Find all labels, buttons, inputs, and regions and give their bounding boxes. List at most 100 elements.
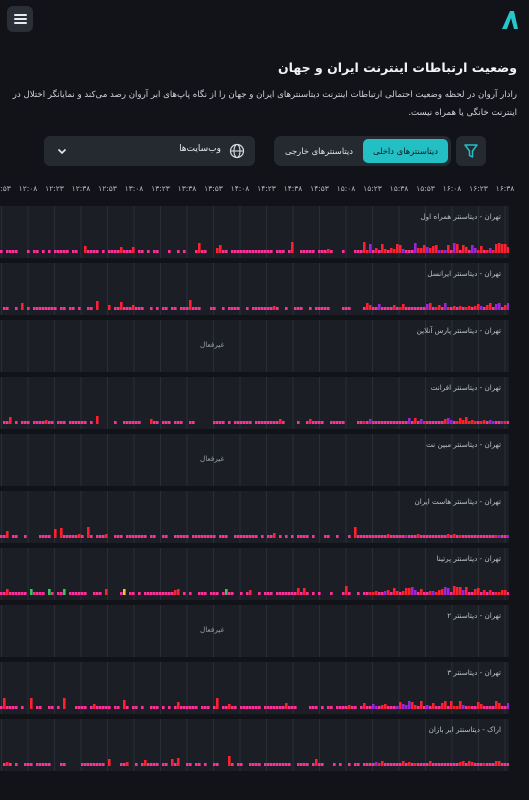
status-bar: [90, 250, 93, 253]
status-bar: [318, 250, 321, 253]
service-select[interactable]: وب‌سایت‌ها: [44, 136, 255, 166]
status-bar: [174, 421, 177, 424]
status-bar: [168, 592, 171, 595]
datacenter-chart[interactable]: تهران - دیتاسنتر افرانت: [0, 377, 509, 429]
status-bar: [378, 304, 381, 310]
status-bar: [132, 247, 135, 253]
status-bar: [354, 763, 357, 766]
status-bar: [72, 535, 75, 538]
status-bar: [315, 307, 318, 310]
status-bar: [390, 763, 393, 766]
status-bar: [483, 590, 486, 595]
status-bar: [261, 535, 264, 538]
datacenter-chart[interactable]: تهران - دیتاسنتر مبین نت غیرفعال: [0, 434, 509, 486]
status-bar: [249, 763, 252, 766]
status-strip: [1, 605, 506, 657]
status-bar: [489, 420, 492, 424]
status-bar: [57, 706, 60, 709]
status-bar: [240, 592, 243, 595]
status-bar: [63, 250, 66, 253]
status-bar: [453, 534, 456, 538]
status-bar: [27, 307, 30, 310]
status-bar: [366, 592, 369, 595]
status-bar: [81, 763, 84, 766]
status-bar: [432, 703, 435, 709]
status-bar: [36, 763, 39, 766]
datacenter-chart[interactable]: تهران - دیتاسنتر پارس آنلاین غیرفعال: [0, 320, 509, 372]
status-bar: [327, 706, 330, 709]
status-bar: [408, 535, 411, 538]
status-bar: [210, 307, 213, 310]
status-bar: [114, 307, 117, 310]
status-bar: [237, 535, 240, 538]
status-bar: [237, 421, 240, 424]
status-bar: [375, 421, 378, 424]
status-bar: [222, 250, 225, 253]
status-bar: [162, 535, 165, 538]
status-bar: [180, 307, 183, 310]
status-bar: [63, 421, 66, 424]
status-bar: [414, 418, 417, 424]
status-bar: [459, 306, 462, 310]
status-bar: [189, 763, 192, 766]
status-bar: [165, 763, 168, 766]
status-bar: [138, 307, 141, 310]
status-bar: [357, 592, 360, 595]
filter-button[interactable]: [456, 136, 486, 166]
status-bar: [234, 250, 237, 253]
status-bar: [507, 535, 509, 538]
status-bar: [189, 706, 192, 709]
status-bar: [471, 307, 474, 310]
status-bar: [228, 421, 231, 424]
status-bar: [252, 250, 255, 253]
status-bar: [48, 421, 51, 424]
arvan-logo-icon[interactable]: [499, 8, 521, 32]
status-bar: [417, 534, 420, 538]
status-bar: [276, 592, 279, 595]
time-tick: ۱۵:۲۳: [363, 184, 382, 193]
status-bar: [24, 421, 27, 424]
status-bar: [357, 535, 360, 538]
status-bar: [63, 589, 66, 595]
status-bar: [372, 763, 375, 766]
status-bar: [132, 421, 135, 424]
chevron-down-icon: [57, 148, 67, 155]
tab-domestic[interactable]: دیتاسنترهای داخلی: [363, 139, 448, 163]
status-bar: [420, 248, 423, 253]
status-bar: [276, 706, 279, 709]
time-tick: ۱۲:۰۸: [18, 184, 38, 193]
status-bar: [201, 250, 204, 253]
status-bar: [267, 592, 270, 595]
status-bar: [258, 250, 261, 253]
status-bar: [486, 250, 489, 253]
status-bar: [120, 592, 123, 595]
status-bar: [225, 706, 228, 709]
status-bar: [39, 706, 42, 709]
status-bar: [267, 535, 270, 538]
status-bar: [123, 589, 126, 595]
status-bar: [285, 763, 288, 766]
status-bar: [309, 250, 312, 253]
tab-foreign[interactable]: دیتاسنترهای خارجی: [279, 139, 359, 163]
status-bar: [36, 592, 39, 595]
status-bar: [9, 592, 12, 595]
status-bar: [231, 592, 234, 595]
status-bar: [0, 250, 3, 253]
datacenter-chart[interactable]: تهران - دیتاسنتر پرتینا: [0, 548, 509, 600]
hamburger-menu-icon[interactable]: [7, 6, 33, 32]
status-bar: [378, 250, 381, 253]
status-bar: [327, 249, 330, 253]
datacenter-chart[interactable]: تهران - دیتاسنتر هاست ایران: [0, 491, 509, 543]
datacenter-chart[interactable]: تهران - دیتاسنتر ایرانسل: [0, 263, 509, 315]
status-bar: [414, 705, 417, 709]
status-bar: [504, 244, 507, 253]
datacenter-chart[interactable]: اراک - دیتاسنتر ابر بازان: [0, 719, 509, 771]
datacenter-chart[interactable]: تهران - دیتاسنتر همراه اول: [0, 206, 509, 258]
status-bar: [288, 763, 291, 766]
status-bar: [501, 421, 504, 424]
datacenter-chart[interactable]: تهران - دیتاسنتر ۲ غیرفعال: [0, 605, 509, 657]
status-bar: [381, 244, 384, 253]
status-bar: [246, 535, 249, 538]
datacenter-chart[interactable]: تهران - دیتاسنتر ۳: [0, 662, 509, 714]
status-bar: [264, 307, 267, 310]
